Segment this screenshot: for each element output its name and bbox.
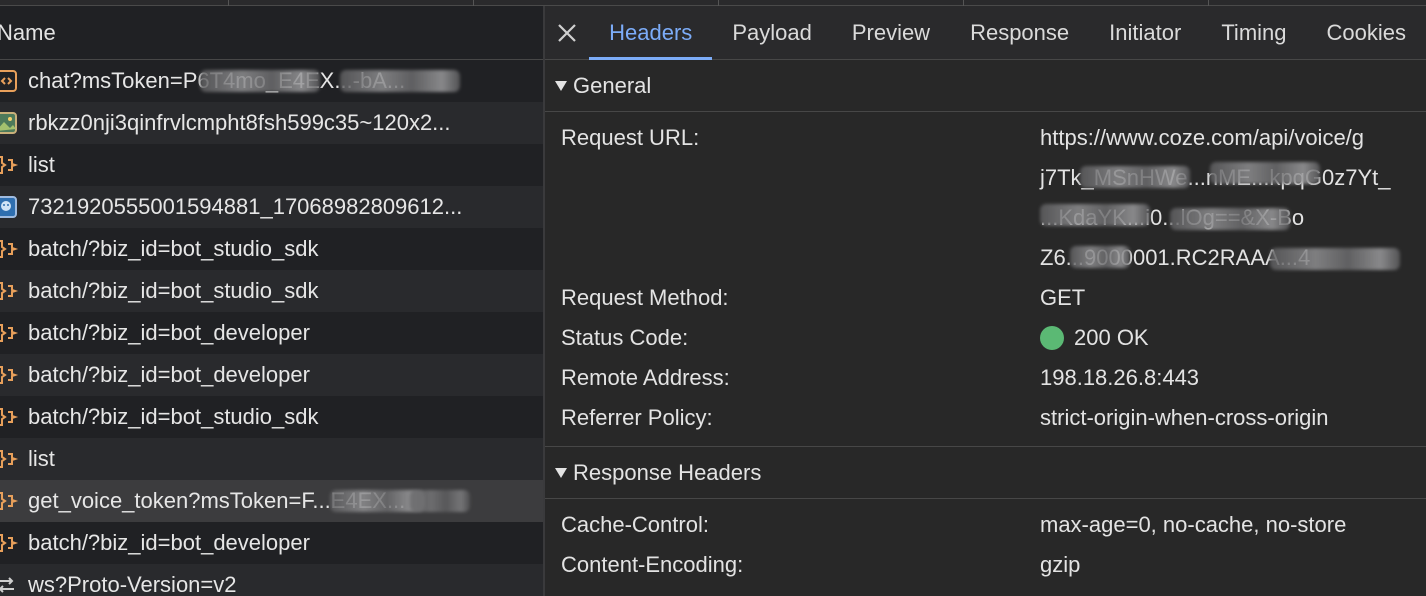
- response-header-row: Cache-Control: max-age=0, no-cache, no-s…: [545, 505, 1426, 545]
- request-row[interactable]: batch/?biz_id=bot_studio_sdk: [0, 396, 543, 438]
- response-header-row: Content-Encoding: gzip: [545, 545, 1426, 585]
- general-section-title: General: [573, 72, 652, 98]
- response-header-value[interactable]: max-age=0, no-cache, no-store: [1040, 505, 1346, 545]
- collapse-triangle-icon: [555, 467, 567, 478]
- websocket-icon: [0, 564, 28, 596]
- fetch-icon: [0, 312, 28, 354]
- response-headers-section-header[interactable]: Response Headers: [545, 447, 1426, 499]
- details-tab-bar: Headers Payload Preview Response Initiat…: [545, 6, 1426, 60]
- remote-address-value[interactable]: 198.18.26.8:443: [1040, 358, 1199, 398]
- request-row[interactable]: batch/?biz_id=bot_developer: [0, 522, 543, 564]
- response-header-value[interactable]: gzip: [1040, 545, 1080, 585]
- close-icon[interactable]: [545, 6, 589, 60]
- fetch-icon: [0, 522, 28, 564]
- request-details-panel: Headers Payload Preview Response Initiat…: [545, 6, 1426, 596]
- request-url-line: Z6...9000001.RC2RAAA...4: [1040, 238, 1400, 278]
- tab-cookies[interactable]: Cookies: [1307, 6, 1426, 60]
- request-row[interactable]: batch/?biz_id=bot_developer: [0, 354, 543, 396]
- status-code-row: Status Code: 200 OK: [545, 318, 1426, 358]
- status-dot-icon: [1040, 326, 1064, 350]
- tab-preview[interactable]: Preview: [832, 6, 950, 60]
- request-url-value[interactable]: https://www.coze.com/api/voice/g j7Tk_MS…: [1040, 118, 1400, 278]
- referrer-policy-value[interactable]: strict-origin-when-cross-origin: [1040, 398, 1329, 438]
- request-name: ws?Proto-Version=v2: [28, 572, 237, 596]
- request-method-value[interactable]: GET: [1040, 278, 1085, 318]
- request-url-line: j7Tk_MSnHWe...nME...kpqG0z7Yt_: [1040, 158, 1391, 198]
- request-row[interactable]: batch/?biz_id=bot_studio_sdk: [0, 270, 543, 312]
- general-section-header[interactable]: General: [545, 60, 1426, 112]
- request-method-row: Request Method: GET: [545, 278, 1426, 318]
- request-list-panel: Name chat?msToken=P6T4mo_E4EX...-bA... r…: [0, 6, 543, 596]
- remote-address-row: Remote Address: 198.18.26.8:443: [545, 358, 1426, 398]
- request-row[interactable]: batch/?biz_id=bot_studio_sdk: [0, 228, 543, 270]
- request-row[interactable]: rbkzz0nji3qinfrvlcmpht8fsh599c35~120x2..…: [0, 102, 543, 144]
- request-row[interactable]: batch/?biz_id=bot_developer: [0, 312, 543, 354]
- referrer-policy-row: Referrer Policy: strict-origin-when-cros…: [545, 398, 1426, 438]
- avatar-image-icon: [0, 186, 28, 228]
- response-headers-title: Response Headers: [573, 459, 762, 485]
- tab-timing[interactable]: Timing: [1201, 6, 1306, 60]
- status-code-label: Status Code:: [561, 325, 689, 350]
- fetch-icon: [0, 480, 28, 522]
- request-name: 73219205550015948​81_17068982809612...: [28, 194, 463, 219]
- request-row-selected[interactable]: get_voice_token?msToken=F...E4EX...: [0, 480, 543, 522]
- request-row[interactable]: list: [0, 438, 543, 480]
- remote-address-label: Remote Address:: [561, 365, 730, 390]
- request-row[interactable]: 73219205550015948​81_17068982809612...: [0, 186, 543, 228]
- request-row[interactable]: list: [0, 144, 543, 186]
- tab-payload[interactable]: Payload: [712, 6, 832, 60]
- fetch-icon: [0, 228, 28, 270]
- request-name: rbkzz0nji3qinfrvlcmpht8fsh599c35~120x2..…: [28, 110, 451, 135]
- response-headers-body: Cache-Control: max-age=0, no-cache, no-s…: [545, 499, 1426, 591]
- name-column-label: Name: [0, 19, 56, 45]
- general-section-body: Request URL: https://www.coze.com/api/vo…: [545, 112, 1426, 447]
- fetch-icon: [0, 354, 28, 396]
- request-name: batch/?biz_id=bot_developer: [28, 320, 310, 345]
- request-name: batch/?biz_id=bot_developer: [28, 530, 310, 555]
- document-icon: [0, 60, 28, 102]
- request-url-row: Request URL: https://www.coze.com/api/vo…: [545, 118, 1426, 278]
- request-row[interactable]: chat?msToken=P6T4mo_E4EX...-bA...: [0, 60, 543, 102]
- tab-response[interactable]: Response: [950, 6, 1089, 60]
- collapse-triangle-icon: [555, 80, 567, 91]
- image-icon: [0, 102, 28, 144]
- request-row[interactable]: ws?Proto-Version=v2: [0, 564, 543, 596]
- request-name: batch/?biz_id=bot_studio_sdk: [28, 236, 319, 261]
- request-name: list: [28, 152, 55, 177]
- request-name: batch/?biz_id=bot_studio_sdk: [28, 404, 319, 429]
- status-code-text: 200 OK: [1074, 325, 1149, 350]
- request-name: list: [28, 446, 55, 471]
- fetch-icon: [0, 270, 28, 312]
- tab-initiator[interactable]: Initiator: [1089, 6, 1201, 60]
- fetch-icon: [0, 438, 28, 480]
- fetch-icon: [0, 396, 28, 438]
- referrer-policy-label: Referrer Policy:: [561, 405, 713, 430]
- request-url-line: https://www.coze.com/api/voice/g: [1040, 125, 1365, 150]
- fetch-icon: [0, 144, 28, 186]
- request-method-label: Request Method:: [561, 285, 729, 310]
- tab-headers[interactable]: Headers: [589, 6, 713, 60]
- response-header-name: Cache-Control:: [561, 512, 709, 537]
- name-column-header[interactable]: Name: [0, 6, 543, 60]
- request-name: batch/?biz_id=bot_studio_sdk: [28, 278, 319, 303]
- request-name: batch/?biz_id=bot_developer: [28, 362, 310, 387]
- status-code-value[interactable]: 200 OK: [1040, 318, 1149, 358]
- request-url-line: ...KdaYK...i0...lOg==&X-Bo: [1040, 198, 1391, 238]
- request-url-label: Request URL:: [561, 125, 700, 150]
- response-header-name: Content-Encoding:: [561, 552, 744, 577]
